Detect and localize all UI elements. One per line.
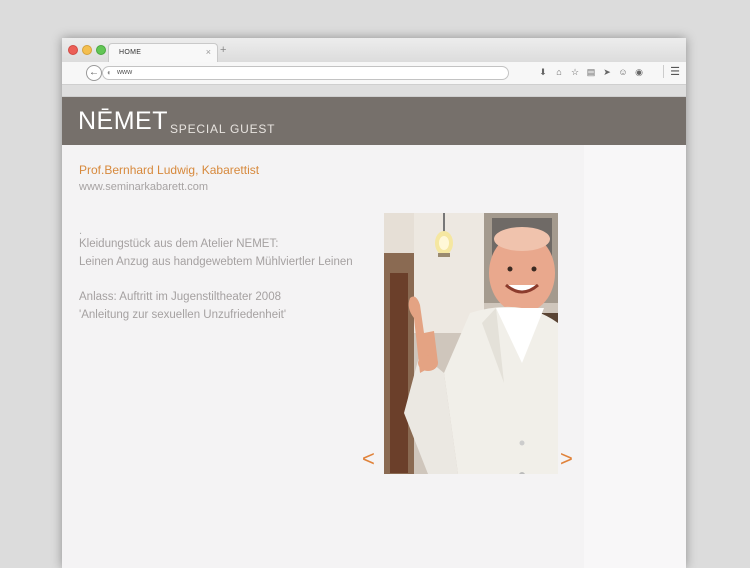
clipboard-icon[interactable]: ▤ [586, 66, 596, 78]
tab-close-button[interactable]: × [206, 47, 211, 57]
occasion-heading: Anlass: Auftritt im Jugenstiltheater 200… [79, 291, 281, 303]
right-panel [584, 145, 686, 568]
maximize-window-button[interactable] [96, 45, 106, 55]
toolbar-icons: ⬇ ⌂ ☆ ▤ ➤ ☺ ◉ [538, 66, 644, 78]
close-window-button[interactable] [68, 45, 78, 55]
download-icon[interactable]: ⬇ [538, 66, 548, 78]
star-icon[interactable]: ☆ [570, 66, 580, 78]
gallery-prev-button[interactable]: < [362, 448, 375, 470]
arrow-left-icon: ← [89, 67, 99, 78]
page-content: Prof.Bernhard Ludwig, Kabarettist www.se… [62, 145, 686, 568]
bookmarks-strip [62, 85, 686, 97]
separator-dot: . [79, 225, 83, 237]
new-tab-button[interactable]: + [220, 44, 226, 56]
gallery-next-button[interactable]: > [560, 448, 573, 470]
smiley-icon[interactable]: ☺ [618, 66, 628, 78]
guest-photo [384, 213, 558, 474]
tab-home[interactable]: HOME × [108, 43, 218, 63]
send-icon[interactable]: ➤ [602, 66, 612, 78]
garment-description: Leinen Anzug aus handgewebtem Mühlviertl… [79, 256, 353, 268]
guest-website-link[interactable]: www.seminarkabarett.com [79, 181, 208, 193]
window-controls [68, 45, 106, 55]
chat-icon[interactable]: ◉ [634, 66, 644, 78]
back-button[interactable]: ← [86, 65, 102, 81]
garment-heading: Kleidungstück aus dem Atelier NEMET: [79, 238, 279, 250]
address-bar[interactable]: ◐ www [102, 66, 509, 80]
browser-window: HOME × + ← ◐ www ⬇ ⌂ ☆ ▤ ➤ ☺ ◉ ☰ NĒMET S… [62, 38, 686, 568]
title-bar: HOME × + [62, 38, 686, 63]
home-icon[interactable]: ⌂ [554, 66, 564, 78]
globe-icon: ◐ [107, 68, 112, 77]
hamburger-menu-icon[interactable]: ☰ [663, 65, 680, 78]
address-text: www [117, 69, 133, 76]
tab-home-label: HOME [119, 49, 142, 56]
guest-name: Prof.Bernhard Ludwig, Kabarettist [79, 163, 260, 177]
site-banner: NĒMET SPECIAL GUEST [62, 97, 686, 145]
browser-toolbar: ← ◐ www ⬇ ⌂ ☆ ▤ ➤ ☺ ◉ ☰ [62, 62, 686, 85]
minimize-window-button[interactable] [82, 45, 92, 55]
nemet-logo[interactable]: NĒMET [78, 107, 168, 136]
banner-tagline: SPECIAL GUEST [170, 122, 276, 136]
occasion-title: 'Anleitung zur sexuellen Unzufriedenheit… [79, 309, 287, 321]
